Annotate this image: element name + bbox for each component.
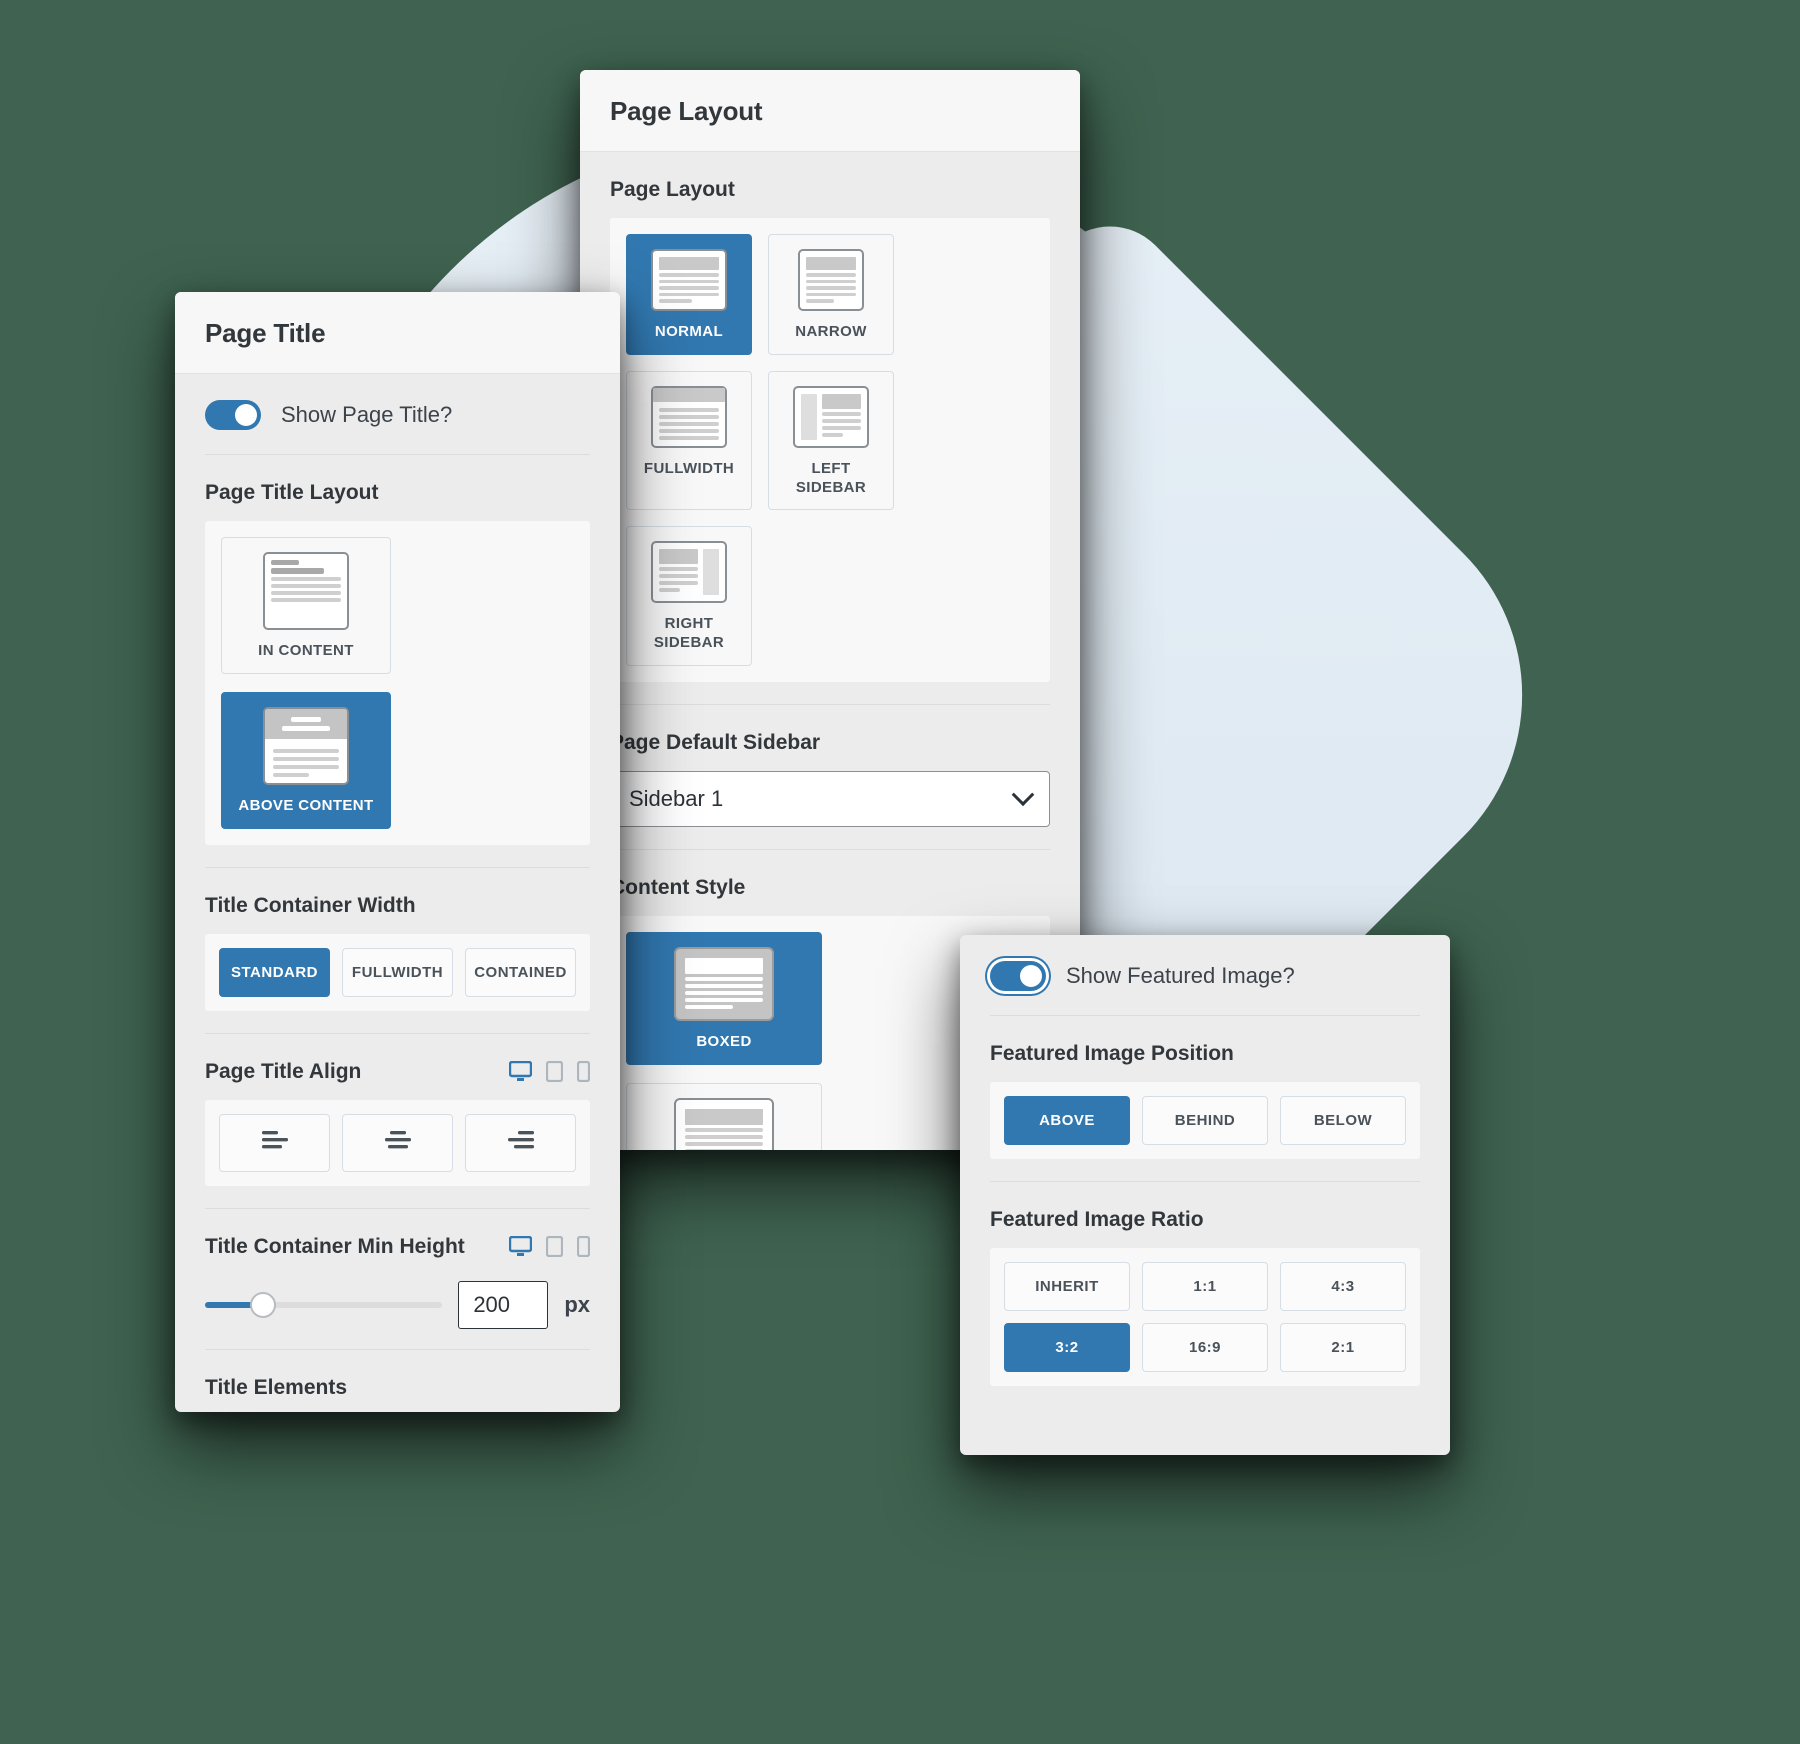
page-layout-option-narrow[interactable]: NARROW bbox=[768, 234, 894, 355]
tablet-icon[interactable] bbox=[546, 1236, 563, 1257]
page-title-layout-option-above-content[interactable]: ABOVE CONTENT bbox=[221, 691, 391, 829]
page-layout-option-normal[interactable]: NORMAL bbox=[626, 234, 752, 355]
page-title-align-header: Page Title Align bbox=[205, 1034, 590, 1100]
show-featured-image-row: Show Featured Image? bbox=[990, 935, 1420, 1015]
page-title-align-device-switcher bbox=[509, 1061, 590, 1082]
content-style-thumb-boxed bbox=[674, 946, 774, 1021]
page-default-sidebar-label: Page Default Sidebar bbox=[610, 730, 821, 754]
page-title-align-center[interactable] bbox=[342, 1113, 453, 1172]
show-featured-image-label: Show Featured Image? bbox=[1066, 963, 1295, 988]
featured-image-position-options: ABOVE BEHIND BELOW bbox=[990, 1082, 1420, 1159]
title-container-min-height-control: 200 px bbox=[205, 1275, 590, 1349]
featured-image-position-behind[interactable]: BEHIND bbox=[1142, 1096, 1268, 1145]
page-layout-option-label: NORMAL bbox=[654, 323, 724, 340]
page-layout-option-label: FULLWIDTH bbox=[643, 459, 735, 477]
toggle-knob bbox=[235, 404, 257, 426]
title-container-width-standard[interactable]: STANDARD bbox=[219, 947, 330, 997]
page-title-align-right[interactable] bbox=[465, 1113, 576, 1172]
content-style-thumb-unboxed bbox=[674, 1097, 774, 1150]
title-container-width-options: STANDARD FULLWIDTH CONTAINED bbox=[205, 933, 590, 1011]
title-container-min-height-header: Title Container Min Height bbox=[205, 1209, 590, 1275]
show-featured-image-toggle[interactable] bbox=[990, 961, 1046, 991]
page-title-body: Show Page Title? Page Title Layout IN CO… bbox=[175, 374, 620, 1412]
desktop-icon[interactable] bbox=[509, 1061, 532, 1082]
page-layout-option-right-sidebar[interactable]: RIGHT SIDEBAR bbox=[626, 526, 752, 666]
page-layout-option-label: LEFT SIDEBAR bbox=[795, 459, 867, 496]
page-layout-options: NORMAL NARROW FULLWIDTH LEFT SIDEBAR RIG… bbox=[610, 218, 1050, 682]
page-layout-panel-title: Page Layout bbox=[610, 96, 763, 126]
featured-image-position-above[interactable]: ABOVE bbox=[1004, 1096, 1130, 1145]
page-title-layout-option-label: ABOVE CONTENT bbox=[238, 796, 374, 814]
featured-image-ratio-label: Featured Image Ratio bbox=[990, 1208, 1204, 1231]
screenshot-stage: Page Layout Page Layout NORMAL NARROW FU… bbox=[0, 0, 1800, 1744]
page-title-layout-option-label: IN CONTENT bbox=[258, 642, 354, 659]
page-layout-option-left-sidebar[interactable]: LEFT SIDEBAR bbox=[768, 370, 894, 511]
page-layout-option-label: NARROW bbox=[795, 323, 867, 340]
page-title-panel-header: Page Title bbox=[175, 292, 620, 374]
page-title-layout-option-in-content[interactable]: IN CONTENT bbox=[221, 537, 391, 674]
featured-image-ratio-3-2[interactable]: 3:2 bbox=[1004, 1323, 1130, 1372]
align-center-icon bbox=[383, 1129, 413, 1156]
layout-thumb-normal bbox=[651, 249, 727, 311]
show-page-title-toggle[interactable] bbox=[205, 400, 261, 430]
content-style-option-unboxed[interactable]: UNBOXED bbox=[626, 1082, 822, 1150]
page-title-align-options bbox=[205, 1099, 590, 1186]
featured-image-ratio-1-1[interactable]: 1:1 bbox=[1142, 1262, 1268, 1311]
page-title-align-left[interactable] bbox=[219, 1113, 330, 1172]
title-elements-label: Title Elements bbox=[205, 1375, 347, 1399]
slider-handle[interactable] bbox=[250, 1291, 277, 1318]
title-container-min-height-label: Title Container Min Height bbox=[205, 1234, 465, 1258]
layout-thumb-narrow bbox=[798, 249, 864, 311]
content-style-option-label: BOXED bbox=[696, 1032, 752, 1050]
title-container-width-fullwidth[interactable]: FULLWIDTH bbox=[342, 947, 453, 997]
featured-image-position-label: Featured Image Position bbox=[990, 1042, 1234, 1065]
layout-thumb-right-sidebar bbox=[651, 541, 727, 604]
desktop-icon[interactable] bbox=[509, 1236, 532, 1257]
page-title-align-label: Page Title Align bbox=[205, 1059, 362, 1083]
featured-image-ratio-16-9[interactable]: 16:9 bbox=[1142, 1323, 1268, 1372]
title-layout-thumb-above-content bbox=[263, 706, 349, 785]
page-layout-panel-header: Page Layout bbox=[580, 70, 1080, 152]
page-default-sidebar-value: Sidebar 1 bbox=[629, 785, 724, 811]
featured-image-ratio-2-1[interactable]: 2:1 bbox=[1280, 1323, 1406, 1372]
min-height-unit: px bbox=[564, 1291, 590, 1317]
min-height-input[interactable]: 200 bbox=[458, 1280, 549, 1329]
min-height-value: 200 bbox=[473, 1291, 511, 1317]
page-title-layout-options: IN CONTENT ABOVE CONTENT bbox=[205, 521, 590, 845]
show-page-title-row: Show Page Title? bbox=[205, 374, 590, 454]
featured-image-ratio-options: INHERIT 1:1 4:3 3:2 16:9 2:1 bbox=[990, 1248, 1420, 1386]
min-height-device-switcher bbox=[509, 1236, 590, 1257]
page-layout-option-label: RIGHT SIDEBAR bbox=[653, 615, 725, 651]
page-default-sidebar-select[interactable]: Sidebar 1 bbox=[610, 770, 1050, 827]
page-layout-label: Page Layout bbox=[610, 178, 735, 201]
mobile-icon[interactable] bbox=[577, 1061, 590, 1082]
title-container-width-label: Title Container Width bbox=[205, 893, 416, 917]
featured-image-position-below[interactable]: BELOW bbox=[1280, 1096, 1406, 1145]
content-style-label: Content Style bbox=[610, 875, 746, 899]
title-container-width-contained[interactable]: CONTAINED bbox=[465, 947, 576, 997]
title-layout-thumb-in-content bbox=[263, 552, 349, 630]
page-title-layout-label: Page Title Layout bbox=[205, 481, 379, 504]
featured-image-ratio-4-3[interactable]: 4:3 bbox=[1280, 1262, 1406, 1311]
featured-image-body: Show Featured Image? Featured Image Posi… bbox=[960, 935, 1450, 1386]
layout-thumb-fullwidth bbox=[651, 385, 727, 448]
tablet-icon[interactable] bbox=[546, 1061, 563, 1082]
chevron-down-icon bbox=[1011, 783, 1035, 806]
layout-thumb-left-sidebar bbox=[793, 385, 869, 448]
min-height-slider[interactable] bbox=[205, 1291, 443, 1318]
page-title-panel: Page Title Show Page Title? Page Title L… bbox=[175, 292, 620, 1412]
page-title-panel-title: Page Title bbox=[205, 318, 326, 348]
page-layout-option-fullwidth[interactable]: FULLWIDTH bbox=[626, 370, 752, 511]
toggle-knob bbox=[1020, 965, 1042, 987]
show-page-title-label: Show Page Title? bbox=[281, 402, 453, 427]
mobile-icon[interactable] bbox=[577, 1236, 590, 1257]
align-right-icon bbox=[506, 1129, 536, 1156]
featured-image-panel: Show Featured Image? Featured Image Posi… bbox=[960, 935, 1450, 1455]
content-style-option-boxed[interactable]: BOXED bbox=[626, 931, 822, 1065]
featured-image-ratio-inherit[interactable]: INHERIT bbox=[1004, 1262, 1130, 1311]
align-left-icon bbox=[260, 1129, 290, 1156]
